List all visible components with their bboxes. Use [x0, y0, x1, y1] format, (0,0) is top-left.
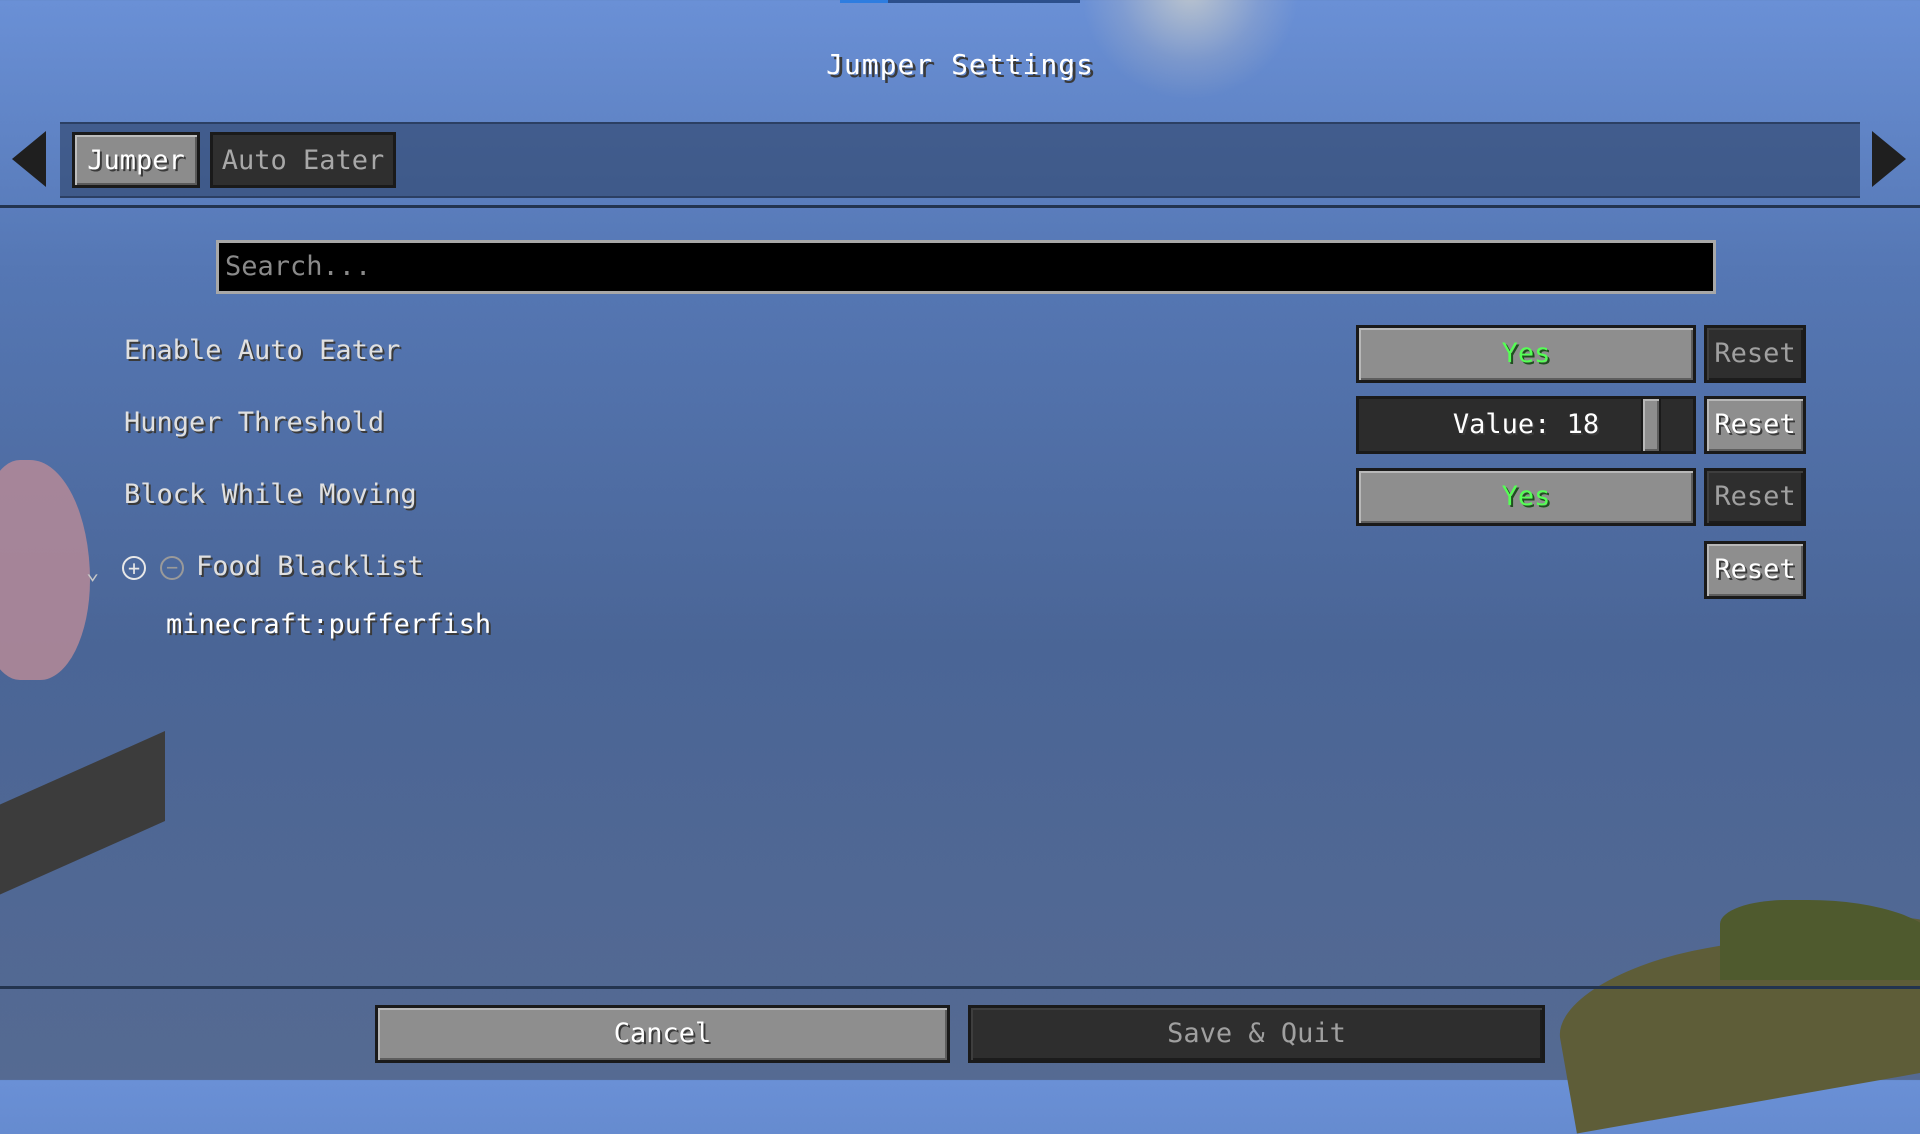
plus-circle-icon[interactable]: + [122, 556, 146, 580]
block-while-moving-label: Block While Moving [124, 479, 417, 510]
stone-block [0, 731, 165, 899]
grass-terrain-top [1720, 900, 1920, 980]
tab-jumper[interactable]: Jumper [72, 132, 200, 188]
reset-button[interactable]: Reset [1704, 468, 1806, 526]
block-while-moving-toggle[interactable]: Yes [1356, 468, 1696, 526]
toggle-value: Yes [1501, 481, 1551, 512]
minus-circle-icon[interactable]: − [160, 556, 184, 580]
reset-button[interactable]: Reset [1704, 325, 1806, 383]
arrow-left-icon[interactable] [12, 131, 46, 187]
tab-bar: Jumper Auto Eater [60, 122, 1860, 198]
reset-button[interactable]: Reset [1704, 396, 1806, 454]
reset-button[interactable]: Reset [1704, 541, 1806, 599]
blacklist-entry[interactable]: minecraft:pufferfish [166, 609, 491, 640]
cherry-tree-leaves [0, 460, 90, 680]
toggle-value: Yes [1501, 338, 1551, 369]
loading-bar [840, 0, 1080, 3]
food-blacklist-label: Food Blacklist [196, 551, 424, 582]
footer-divider [0, 986, 1920, 989]
loading-bar-fill [840, 0, 888, 3]
enable-auto-eater-label: Enable Auto Eater [124, 335, 401, 366]
page-title: Jumper Settings [826, 48, 1094, 81]
slider-handle[interactable] [1641, 399, 1661, 451]
search-input[interactable]: Search... [216, 240, 1716, 294]
hunger-threshold-slider[interactable]: Value: 18 [1356, 396, 1696, 454]
enable-auto-eater-toggle[interactable]: Yes [1356, 325, 1696, 383]
tab-auto-eater[interactable]: Auto Eater [210, 132, 396, 188]
cancel-button[interactable]: Cancel [375, 1005, 950, 1063]
hunger-threshold-label: Hunger Threshold [124, 407, 385, 438]
save-quit-button[interactable]: Save & Quit [968, 1005, 1545, 1063]
chevron-down-icon[interactable]: ⌄ [86, 560, 99, 585]
header-divider [0, 205, 1920, 208]
arrow-right-icon[interactable] [1872, 131, 1906, 187]
